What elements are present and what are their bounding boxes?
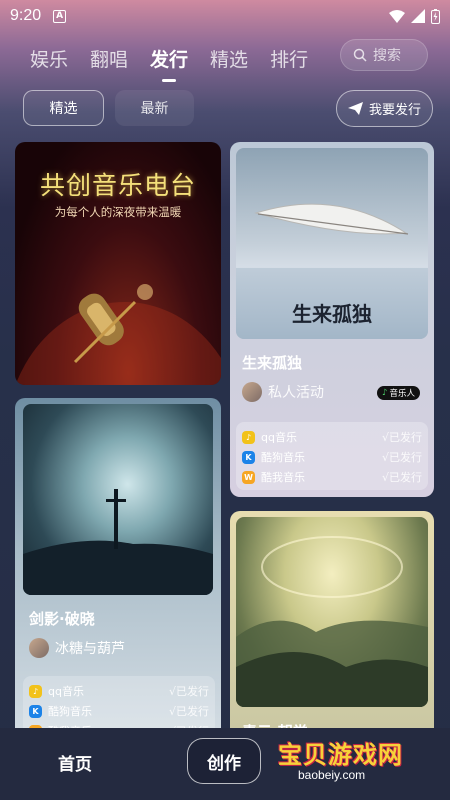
release-card-court[interactable]: 青云·朝堂 (230, 511, 434, 741)
tab-ranking[interactable]: 排行 (270, 45, 308, 72)
tab-entertainment[interactable]: 娱乐 (30, 45, 68, 72)
musician-badge: ♪ 音乐人 (377, 386, 420, 400)
publish-button[interactable]: 我要发行 (336, 90, 433, 127)
kuwo-icon: W (242, 470, 255, 484)
tab-cover[interactable]: 翻唱 (90, 45, 128, 72)
song-title: 剑影·破晓 (29, 610, 95, 628)
platform-status: √已发行 (381, 471, 422, 484)
platform-row: K 酷狗音乐 √已发行 (29, 701, 209, 721)
platform-row: K 酷狗音乐 √已发行 (242, 447, 422, 467)
platform-row: W 酷我音乐 √已发行 (242, 467, 422, 487)
platform-row: ♪ qq音乐 √已发行 (242, 427, 422, 447)
cover-art (23, 404, 213, 595)
microphone-image (15, 284, 221, 385)
publish-label: 我要发行 (368, 103, 421, 118)
signal-icon (411, 9, 425, 23)
tab-release[interactable]: 发行 (150, 45, 188, 72)
badge-label: 音乐人 (389, 389, 415, 399)
nav-home[interactable]: 首页 (58, 750, 92, 775)
platform-name: qq音乐 (261, 431, 297, 444)
watermark-logo: 宝贝游戏网 (278, 741, 403, 769)
status-bar: 9:20 A (0, 0, 450, 32)
author-name: 冰糖与葫芦 (55, 641, 125, 657)
release-card-sword[interactable]: 剑影·破晓 冰糖与葫芦 ♪qq音乐√已发行 K酷狗音乐√已发行 W酷我音乐√已发… (15, 398, 221, 738)
cover-art: 生来孤独 (236, 148, 428, 339)
platform-name: 酷狗音乐 (48, 705, 92, 718)
sword-image (23, 489, 213, 595)
author-row[interactable]: 冰糖与葫芦 (29, 638, 125, 658)
wifi-icon (389, 9, 405, 23)
search-box[interactable]: 搜索 (340, 39, 428, 71)
status-time: 9:20 (10, 7, 42, 24)
platform-name: 酷我音乐 (261, 471, 305, 484)
author-row[interactable]: 私人活动 (242, 382, 324, 402)
music-note-icon: ♪ (382, 388, 388, 398)
cover-art (236, 517, 428, 707)
create-button[interactable]: 创作 (187, 738, 261, 784)
cover-art-title: 生来孤独 (292, 302, 372, 326)
battery-icon (431, 8, 440, 24)
send-icon (347, 102, 363, 115)
kugou-icon: K (29, 704, 42, 718)
platform-status: √已发行 (381, 451, 422, 464)
platform-name: qq音乐 (48, 685, 84, 698)
kugou-icon: K (242, 450, 255, 464)
watermark-url: baobeiy.com (298, 768, 366, 782)
platform-status: √已发行 (381, 431, 422, 444)
qq-music-icon: ♪ (29, 684, 42, 698)
platform-status: √已发行 (168, 685, 209, 698)
qq-music-icon: ♪ (242, 430, 255, 444)
platform-list: ♪ qq音乐 √已发行 K 酷狗音乐 √已发行 W 酷我音乐 √已发行 (236, 422, 428, 490)
platform-status: √已发行 (168, 705, 209, 718)
release-card-solitude[interactable]: 生来孤独 生来孤独 私人活动 ♪ 音乐人 ♪ qq音乐 √已发行 K 酷狗音乐 √已发行 … (230, 142, 434, 497)
notification-icon: A (53, 9, 67, 23)
platform-row: ♪ qq音乐 √已发行 (29, 681, 209, 701)
avatar (242, 382, 262, 402)
radio-card[interactable]: 共创音乐电台 为每个人的深夜带来温暖 (15, 142, 221, 385)
filter-latest-chip[interactable]: 最新 (115, 90, 194, 126)
search-icon (353, 48, 367, 62)
author-name: 私人活动 (268, 385, 324, 401)
tab-featured[interactable]: 精选 (210, 45, 248, 72)
mountain-image (236, 536, 428, 707)
avatar (29, 638, 49, 658)
search-placeholder: 搜索 (373, 48, 401, 64)
platform-name: 酷狗音乐 (261, 451, 305, 464)
song-title: 生来孤独 (242, 354, 303, 372)
filter-featured-chip[interactable]: 精选 (23, 90, 104, 126)
